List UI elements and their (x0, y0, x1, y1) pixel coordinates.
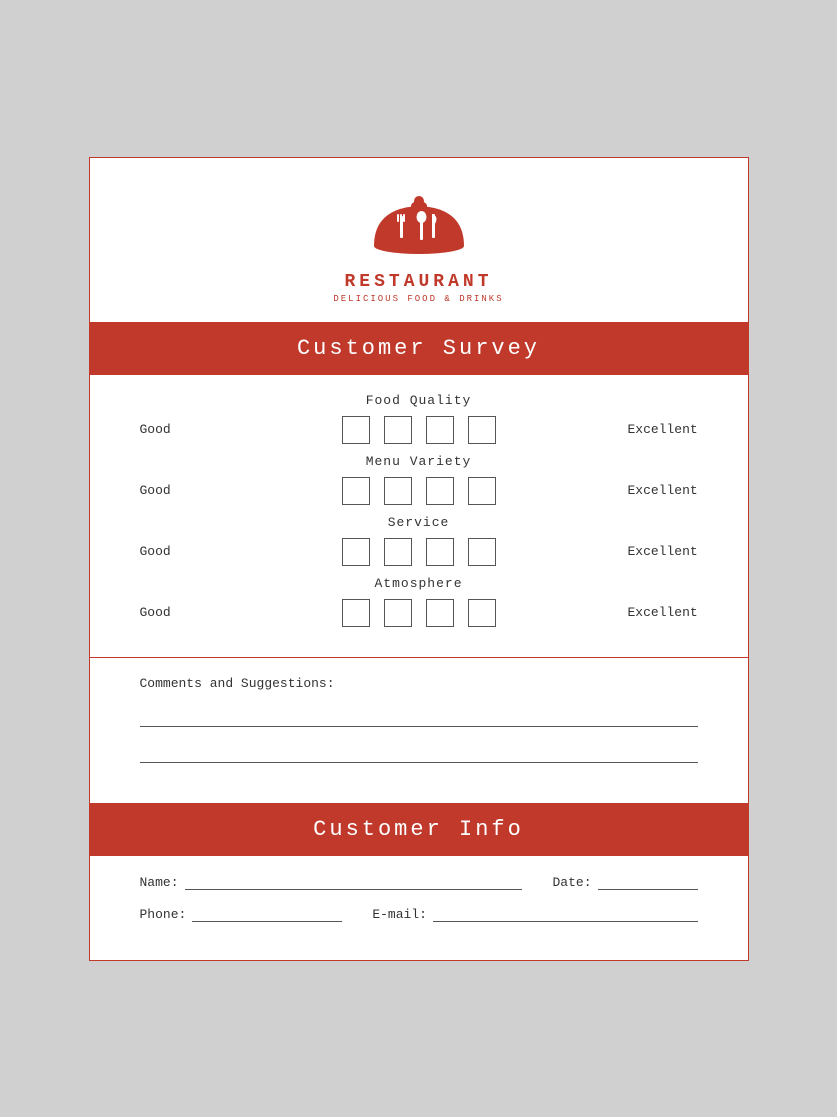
email-field[interactable] (433, 906, 698, 922)
service-cb3[interactable] (426, 538, 454, 566)
menu-variety-cb2[interactable] (384, 477, 412, 505)
info-banner: Customer Info (90, 803, 748, 856)
service-cb4[interactable] (468, 538, 496, 566)
name-date-row: Name: Date: (140, 874, 698, 890)
atmosphere-excellent: Excellent (628, 605, 698, 620)
date-field[interactable] (598, 874, 698, 890)
comments-label: Comments and Suggestions: (140, 676, 698, 691)
food-quality-cb3[interactable] (426, 416, 454, 444)
atmosphere-cb1[interactable] (342, 599, 370, 627)
menu-variety-block: Menu Variety Good Excellent (140, 454, 698, 505)
atmosphere-checkboxes (210, 599, 628, 627)
menu-variety-cb3[interactable] (426, 477, 454, 505)
service-row: Good Excellent (140, 538, 698, 566)
menu-variety-label: Menu Variety (140, 454, 698, 469)
service-block: Service Good Excellent (140, 515, 698, 566)
comment-line-2[interactable] (140, 745, 698, 763)
atmosphere-cb2[interactable] (384, 599, 412, 627)
name-label: Name: (140, 875, 179, 890)
food-quality-cb1[interactable] (342, 416, 370, 444)
service-checkboxes (210, 538, 628, 566)
food-quality-cb2[interactable] (384, 416, 412, 444)
food-quality-row: Good Excellent (140, 416, 698, 444)
service-excellent: Excellent (628, 544, 698, 559)
restaurant-name: RESTAURANT (344, 272, 492, 292)
menu-variety-row: Good Excellent (140, 477, 698, 505)
atmosphere-good: Good (140, 605, 210, 620)
survey-banner: Customer Survey (90, 322, 748, 375)
service-cb1[interactable] (342, 538, 370, 566)
logo-section: RESTAURANT DELICIOUS FOOD & DRINKS (90, 158, 748, 322)
menu-variety-checkboxes (210, 477, 628, 505)
date-label: Date: (552, 875, 591, 890)
food-quality-cb4[interactable] (468, 416, 496, 444)
survey-section: Food Quality Good Excellent Menu Variety… (90, 375, 748, 658)
comments-section: Comments and Suggestions: (90, 658, 748, 803)
phone-field[interactable] (192, 906, 342, 922)
food-quality-checkboxes (210, 416, 628, 444)
atmosphere-block: Atmosphere Good Excellent (140, 576, 698, 627)
restaurant-logo-icon (364, 188, 474, 268)
menu-variety-good: Good (140, 483, 210, 498)
comment-line-1[interactable] (140, 709, 698, 727)
customer-info-section: Name: Date: Phone: E-mail: (90, 856, 748, 960)
food-quality-block: Food Quality Good Excellent (140, 393, 698, 444)
phone-label: Phone: (140, 907, 187, 922)
atmosphere-row: Good Excellent (140, 599, 698, 627)
service-good: Good (140, 544, 210, 559)
atmosphere-cb4[interactable] (468, 599, 496, 627)
food-quality-good: Good (140, 422, 210, 437)
food-quality-label: Food Quality (140, 393, 698, 408)
atmosphere-label: Atmosphere (140, 576, 698, 591)
service-label: Service (140, 515, 698, 530)
phone-email-row: Phone: E-mail: (140, 906, 698, 922)
menu-variety-cb1[interactable] (342, 477, 370, 505)
survey-form: RESTAURANT DELICIOUS FOOD & DRINKS Custo… (89, 157, 749, 961)
name-field[interactable] (185, 874, 523, 890)
menu-variety-excellent: Excellent (628, 483, 698, 498)
menu-variety-cb4[interactable] (468, 477, 496, 505)
service-cb2[interactable] (384, 538, 412, 566)
atmosphere-cb3[interactable] (426, 599, 454, 627)
email-label: E-mail: (372, 907, 427, 922)
restaurant-tagline: DELICIOUS FOOD & DRINKS (333, 294, 503, 304)
food-quality-excellent: Excellent (628, 422, 698, 437)
